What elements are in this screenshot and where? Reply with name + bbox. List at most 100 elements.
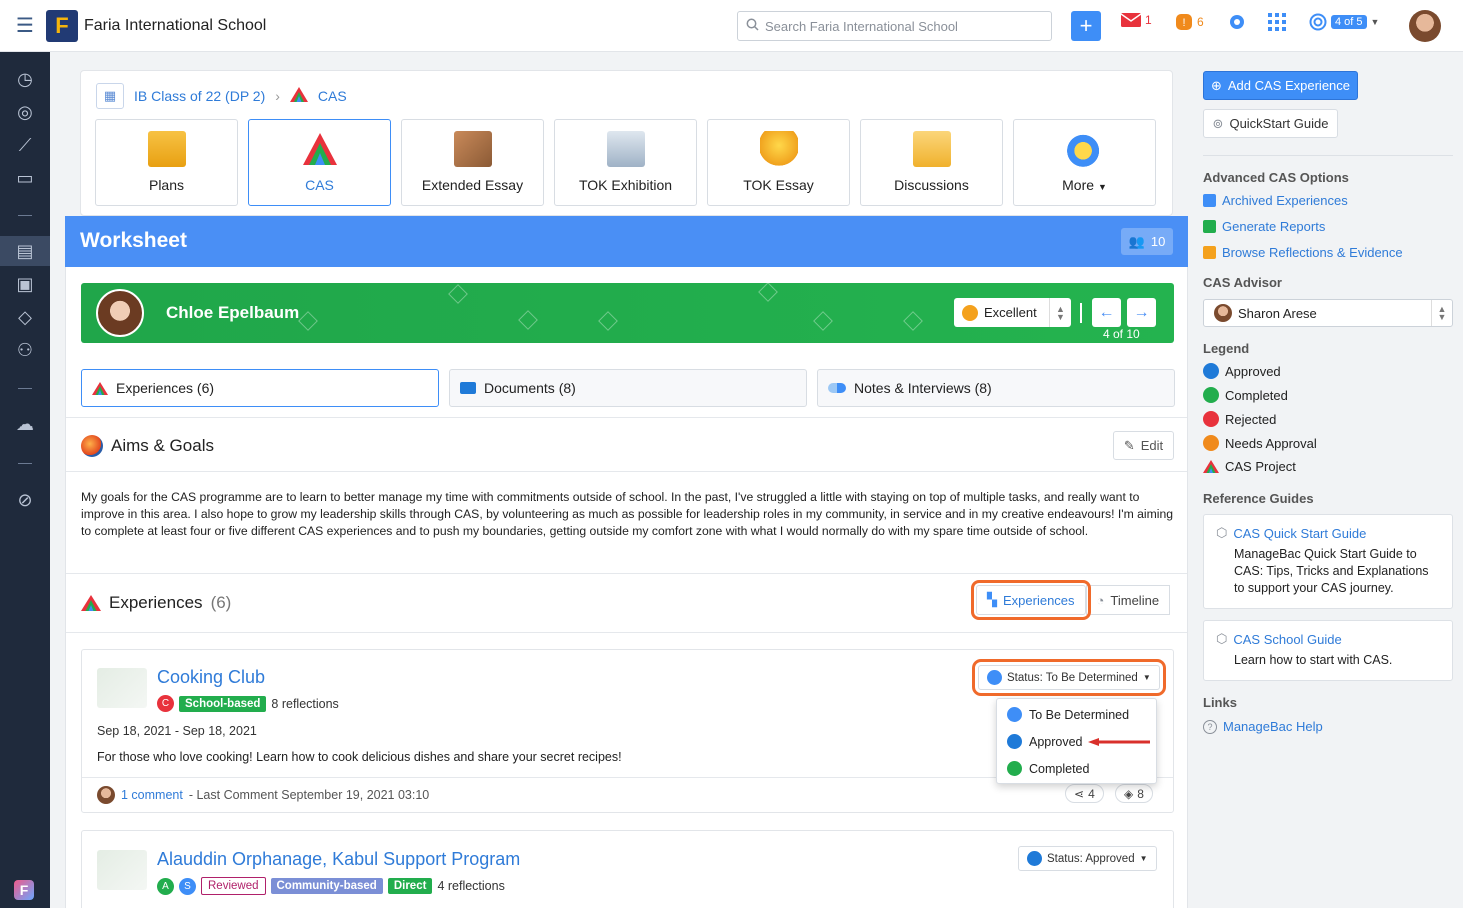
status-option-completed[interactable]: Completed — [1007, 761, 1089, 776]
blocks-icon: ▚ — [987, 592, 997, 607]
dashboard-icon[interactable]: ◷ — [0, 64, 50, 94]
comment-link[interactable]: 1 comment — [121, 788, 183, 802]
breadcrumb-class-link[interactable]: IB Class of 22 (DP 2) — [134, 88, 265, 104]
status-label: Status: To Be Determined — [1007, 671, 1138, 684]
tag-direct: Direct — [387, 878, 433, 894]
hamburger-menu-icon[interactable]: ☰ — [0, 13, 50, 38]
cloud-sync-icon[interactable]: ☁ — [0, 409, 50, 439]
section-divider — [66, 632, 1187, 633]
tab-notes-interviews[interactable]: Notes & Interviews (8) — [817, 369, 1175, 407]
experience-title-link[interactable]: Cooking Club — [157, 667, 265, 688]
decor-diamond — [298, 311, 318, 331]
breadcrumb-cas-link[interactable]: CAS — [318, 88, 347, 104]
legend-rejected: Rejected — [1203, 411, 1276, 427]
tile-cas[interactable]: CAS — [248, 119, 391, 206]
mail-button[interactable]: 1 — [1121, 13, 1152, 27]
tile-tok-exhibition[interactable]: TOK Exhibition — [554, 119, 697, 206]
status-dropdown-button[interactable]: Status: Approved ▼ — [1018, 846, 1157, 871]
user-avatar[interactable] — [1409, 10, 1441, 42]
managebac-help-link[interactable]: ? ManageBac Help — [1203, 719, 1323, 734]
view-timeline-button[interactable]: ◔ Timeline — [1085, 585, 1171, 615]
tag-school-based: School-based — [179, 695, 267, 712]
tab-documents[interactable]: Documents (8) — [449, 369, 807, 407]
status-option-to-be-determined[interactable]: To Be Determined — [1007, 707, 1129, 722]
strand-dot-creativity: C — [157, 695, 174, 712]
search-input[interactable]: Search Faria International School — [737, 11, 1052, 41]
layer-count-pill[interactable]: ◈ 8 — [1115, 784, 1153, 803]
advisor-name: Sharon Arese — [1238, 305, 1317, 321]
view-experiences-button[interactable]: ▚ Experiences — [971, 580, 1091, 620]
add-button[interactable]: + — [1071, 11, 1101, 41]
tile-tok-essay[interactable]: TOK Essay — [707, 119, 850, 206]
quickstart-guide-button[interactable]: ⊚ QuickStart Guide — [1203, 109, 1338, 138]
legend-completed: Completed — [1203, 387, 1288, 403]
tile-more[interactable]: More ▼ — [1013, 119, 1156, 206]
cube-icon[interactable]: ◇ — [0, 302, 50, 332]
experience-title-link[interactable]: Alauddin Orphanage, Kabul Support Progra… — [157, 849, 520, 870]
status-dropdown-button[interactable]: Status: To Be Determined ▼ — [972, 659, 1166, 696]
envelope-icon — [912, 131, 951, 167]
view-toggle: ▚ Experiences ◔ Timeline — [971, 580, 1171, 620]
notifications-button[interactable]: ! 6 — [1175, 13, 1204, 31]
archived-experiences-link[interactable]: Archived Experiences — [1203, 193, 1348, 208]
next-student-button[interactable]: → — [1127, 298, 1156, 327]
cas-advisor-select[interactable]: Sharon Arese ▲ ▼ — [1203, 299, 1453, 327]
decor-diamond — [903, 311, 923, 331]
share-count-pill[interactable]: ⋖ 4 — [1065, 784, 1104, 803]
faria-logo-icon[interactable]: F — [14, 880, 34, 900]
legend-label: Completed — [1225, 387, 1288, 403]
users-icon[interactable]: ⚇ — [0, 335, 50, 365]
tile-plans[interactable]: Plans — [95, 119, 238, 206]
section-divider — [66, 573, 1187, 574]
thumbs-up-icon — [1027, 851, 1042, 866]
grade-value: Excellent — [984, 305, 1037, 320]
student-bar: Chloe Epelbaum Excellent ▲ ▼ ← → 4 of 10 — [81, 283, 1174, 343]
guide-title[interactable]: ⬡ CAS Quick Start Guide — [1216, 525, 1440, 541]
settings-gear-icon[interactable] — [1228, 13, 1246, 31]
decor-diamond — [598, 311, 618, 331]
guide-title[interactable]: ⬡ CAS School Guide — [1216, 631, 1440, 647]
edit-aims-button[interactable]: ✎ Edit — [1113, 431, 1174, 460]
page-switcher[interactable]: 4 of 5 ▼ — [1309, 13, 1379, 31]
view-label: Experiences — [1003, 592, 1075, 608]
guide-card[interactable]: ⬡ CAS School Guide Learn how to start wi… — [1203, 620, 1453, 681]
student-name: Chloe Epelbaum — [166, 303, 300, 322]
school-logo[interactable]: F — [46, 9, 78, 42]
previous-student-button[interactable]: ← — [1092, 298, 1121, 327]
advanced-options-heading: Advanced CAS Options — [1203, 170, 1349, 185]
grade-select[interactable]: Excellent ▲ ▼ — [954, 298, 1071, 327]
notification-icon: ! — [1176, 14, 1192, 30]
tile-label: Plans — [148, 177, 185, 193]
decor-diamond — [448, 284, 468, 304]
student-count: 10 — [1150, 234, 1166, 249]
legend-label: CAS Project — [1225, 459, 1296, 474]
student-count-button[interactable]: 👥 10 — [1121, 228, 1173, 255]
decor-diamond — [758, 283, 778, 302]
compass-icon[interactable]: ⊘ — [0, 485, 50, 515]
plans-folder-icon — [147, 131, 186, 167]
sidebar-divider — [18, 388, 32, 389]
class-grid-icon[interactable]: ▦ — [96, 83, 124, 109]
tile-extended-essay[interactable]: Extended Essay — [401, 119, 544, 206]
generate-reports-link[interactable]: Generate Reports — [1203, 219, 1325, 234]
apps-grid-icon[interactable] — [1268, 13, 1286, 31]
status-option-approved[interactable]: Approved — [1007, 734, 1083, 749]
add-label: Add CAS Experience — [1227, 78, 1351, 93]
target-icon[interactable]: ◎ — [0, 97, 50, 127]
experience-card: Alauddin Orphanage, Kabul Support Progra… — [81, 830, 1174, 908]
layer-count: 8 — [1137, 786, 1144, 801]
briefcase-icon[interactable]: ▭ — [0, 163, 50, 193]
chart-line-icon[interactable]: ⟋ — [0, 130, 50, 160]
link-label: ManageBac Help — [1223, 719, 1323, 734]
tab-experiences[interactable]: Experiences (6) — [81, 369, 439, 407]
link-label: Browse Reflections & Evidence — [1222, 245, 1403, 260]
classes-icon[interactable]: ▤ — [0, 236, 50, 266]
school-name: Faria International School — [84, 16, 267, 34]
legend-cas-project: CAS Project — [1203, 459, 1296, 474]
guide-card[interactable]: ⬡ CAS Quick Start Guide ManageBac Quick … — [1203, 514, 1453, 609]
tile-discussions[interactable]: Discussions — [860, 119, 1003, 206]
browse-reflections-link[interactable]: Browse Reflections & Evidence — [1203, 245, 1403, 260]
experiences-heading: Experiences (6) — [81, 593, 231, 613]
teacher-icon[interactable]: ▣ — [0, 269, 50, 299]
add-cas-experience-button[interactable]: ⊕ Add CAS Experience — [1203, 71, 1358, 100]
